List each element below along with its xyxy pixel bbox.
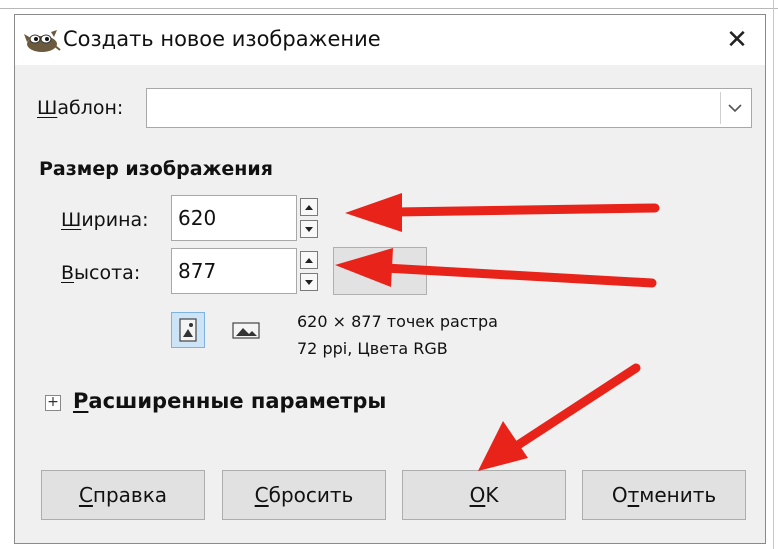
gimp-wilber-icon bbox=[24, 30, 61, 52]
close-button[interactable]: ✕ bbox=[715, 20, 759, 60]
image-size-info-resolution: 72 ppi, Цвета RGB bbox=[297, 339, 448, 358]
height-label: Высота: bbox=[61, 262, 141, 284]
landscape-orientation-button[interactable] bbox=[229, 312, 263, 348]
image-size-heading: Размер изображения bbox=[39, 158, 273, 180]
title-bar[interactable]: Создать новое изображение ✕ bbox=[15, 15, 765, 65]
portrait-orientation-button[interactable] bbox=[171, 312, 205, 348]
width-decrement-button[interactable] bbox=[300, 220, 318, 238]
chevron-down-icon bbox=[727, 104, 742, 113]
width-increment-button[interactable] bbox=[300, 198, 318, 216]
advanced-expander[interactable]: + bbox=[45, 395, 61, 411]
width-spinner bbox=[298, 195, 320, 241]
reset-button[interactable]: Сбросить bbox=[222, 470, 386, 520]
triangle-up-icon bbox=[305, 257, 313, 263]
triangle-down-icon bbox=[305, 226, 313, 232]
triangle-down-icon bbox=[305, 279, 313, 285]
width-input[interactable]: 620 bbox=[171, 195, 297, 241]
close-icon: ✕ bbox=[726, 25, 748, 55]
template-dropdown-button[interactable] bbox=[720, 92, 748, 124]
plus-icon: + bbox=[47, 394, 59, 410]
height-spinner bbox=[298, 248, 320, 294]
height-input[interactable]: 877 bbox=[171, 248, 297, 294]
height-decrement-button[interactable] bbox=[300, 273, 318, 291]
background-window-edge-right bbox=[773, 0, 774, 549]
template-combobox[interactable] bbox=[146, 88, 752, 128]
triangle-up-icon bbox=[305, 204, 313, 210]
ok-button[interactable]: ОK bbox=[402, 470, 566, 520]
background-window-edge bbox=[0, 8, 778, 9]
cancel-button[interactable]: Отменить bbox=[582, 470, 746, 520]
window-title: Создать новое изображение bbox=[63, 27, 381, 51]
new-image-dialog: Создать новое изображение ✕ Шаблон: Разм… bbox=[14, 14, 766, 544]
landscape-icon bbox=[232, 322, 260, 339]
advanced-options-label[interactable]: Расширенные параметры bbox=[73, 389, 386, 413]
width-label: Ширина: bbox=[61, 209, 149, 231]
help-button[interactable]: Справка bbox=[41, 470, 205, 520]
image-size-info-pixels: 620 × 877 точек растра bbox=[297, 312, 498, 331]
template-label: Шаблон: bbox=[37, 97, 124, 119]
portrait-icon bbox=[179, 318, 197, 342]
aspect-chain-button[interactable] bbox=[333, 247, 427, 295]
height-increment-button[interactable] bbox=[300, 251, 318, 269]
